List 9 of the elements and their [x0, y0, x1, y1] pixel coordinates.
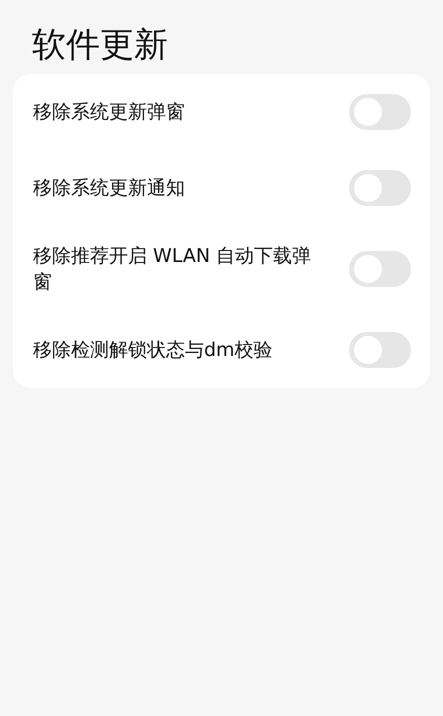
setting-label: 移除推荐开启 WLAN 自动下载弹窗 [33, 244, 312, 295]
toggle-switch[interactable] [349, 94, 411, 130]
setting-label: 移除检测解锁状态与dm校验 [33, 338, 274, 363]
toggle-switch[interactable] [349, 251, 411, 287]
setting-label: 移除系统更新通知 [33, 176, 186, 201]
page-title: 软件更新 [31, 24, 169, 67]
toggle-switch[interactable] [349, 170, 411, 206]
setting-label: 移除系统更新弹窗 [33, 100, 186, 125]
toggle-switch[interactable] [349, 332, 411, 368]
